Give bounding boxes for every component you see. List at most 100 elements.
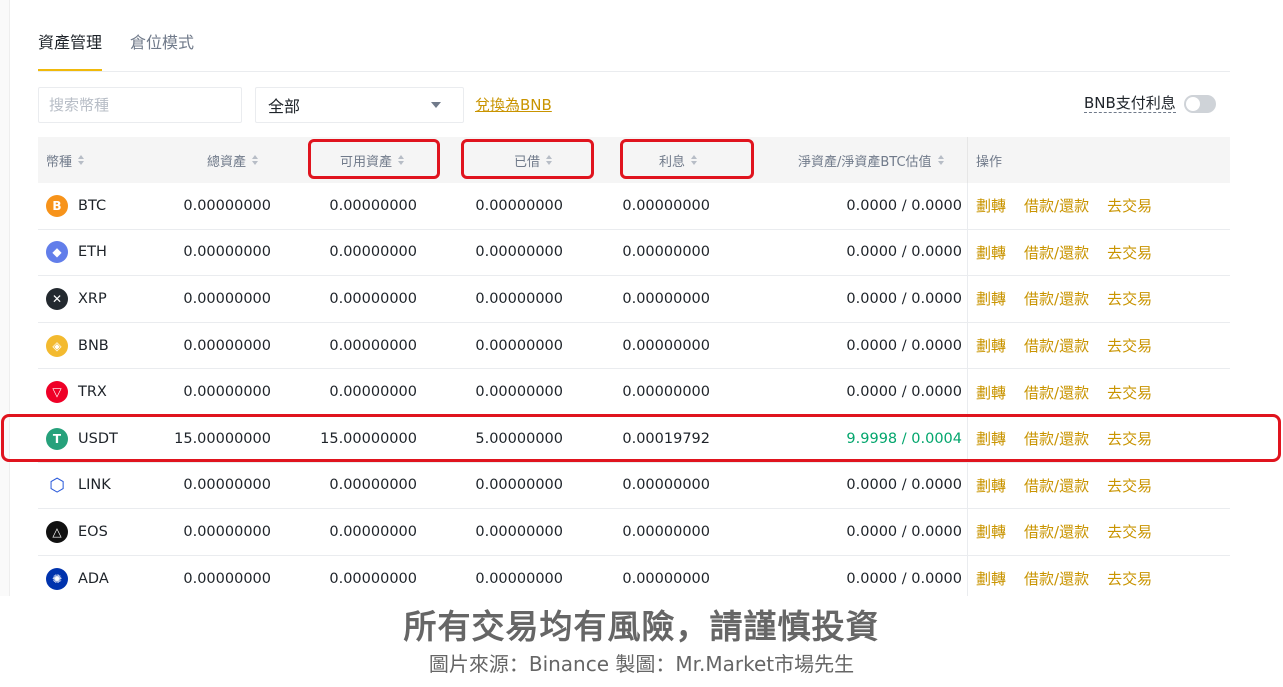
borrowed-value: 0.00000000: [475, 477, 563, 494]
borrow-repay-link[interactable]: 借款/還款: [1024, 475, 1089, 496]
total-assets-value: 0.00000000: [183, 384, 271, 401]
sort-icon: [546, 155, 553, 165]
go-trade-link[interactable]: 去交易: [1107, 428, 1152, 449]
table-row: ⬡ LINK 0.00000000 0.00000000 0.00000000 0.000…: [38, 462, 1230, 510]
total-assets-value: 0.00000000: [183, 477, 271, 494]
table-header: 幣種 總資產 可用資產 已借 利息 淨資產/淨資產BTC估值 操作: [38, 137, 1230, 183]
total-assets-value: 0.00000000: [183, 290, 271, 307]
actions-cell: 劃轉 借款/還款 去交易: [967, 415, 1152, 462]
usdt-icon: T: [46, 427, 68, 450]
interest-value: 0.00000000: [622, 523, 710, 540]
eth-icon: ◆: [46, 241, 68, 264]
toggle-knob: [1185, 96, 1200, 111]
available-assets-value: 0.00000000: [329, 337, 417, 354]
go-trade-link[interactable]: 去交易: [1107, 335, 1152, 356]
tab-position-mode[interactable]: 倉位模式: [130, 30, 194, 72]
total-assets-value: 0.00000000: [183, 197, 271, 214]
go-trade-link[interactable]: 去交易: [1107, 242, 1152, 263]
convert-to-bnb-link[interactable]: 兌換為BNB: [475, 94, 552, 115]
borrow-repay-link[interactable]: 借款/還款: [1024, 521, 1089, 542]
coin-cell: △ EOS: [46, 520, 108, 543]
borrow-repay-link[interactable]: 借款/還款: [1024, 428, 1089, 449]
margin-wallet-panel: 資產管理 倉位模式 全部 兌換為BNB BNB支付利息 幣種 總資產 可用資產: [0, 0, 1283, 596]
net-assets-value: 0.0000 / 0.0000: [846, 337, 962, 354]
go-trade-link[interactable]: 去交易: [1107, 568, 1152, 589]
interest-value: 0.00000000: [622, 477, 710, 494]
transfer-link[interactable]: 劃轉: [976, 568, 1006, 589]
asset-table: 幣種 總資產 可用資產 已借 利息 淨資產/淨資產BTC估值 操作 B BTC …: [38, 137, 1230, 596]
coin-symbol: TRX: [78, 384, 107, 401]
net-assets-value: 0.0000 / 0.0000: [846, 290, 962, 307]
go-trade-link[interactable]: 去交易: [1107, 288, 1152, 309]
borrow-repay-link[interactable]: 借款/還款: [1024, 288, 1089, 309]
table-row: T USDT 15.00000000 15.00000000 5.00000000 0.0…: [38, 415, 1230, 463]
actions-cell: 劃轉 借款/還款 去交易: [967, 322, 1152, 369]
coin-cell: ◈ BNB: [46, 334, 109, 357]
header-available[interactable]: 可用資產: [340, 151, 405, 170]
header-net-assets[interactable]: 淨資產/淨資產BTC估值: [798, 151, 944, 170]
table-body: B BTC 0.00000000 0.00000000 0.00000000 0.0000…: [38, 183, 1230, 596]
go-trade-link[interactable]: 去交易: [1107, 475, 1152, 496]
coin-filter-select[interactable]: 全部: [255, 87, 464, 123]
sort-icon: [398, 155, 405, 165]
transfer-link[interactable]: 劃轉: [976, 382, 1006, 403]
coin-cell: T USDT: [46, 427, 118, 450]
xrp-icon: ✕: [46, 287, 68, 310]
net-assets-value: 0.0000 / 0.0000: [846, 570, 962, 587]
transfer-link[interactable]: 劃轉: [976, 288, 1006, 309]
net-assets-value: 0.0000 / 0.0000: [846, 523, 962, 540]
interest-value: 0.00000000: [622, 197, 710, 214]
interest-value: 0.00000000: [622, 244, 710, 261]
header-coin-label: 幣種: [46, 154, 73, 170]
go-trade-link[interactable]: 去交易: [1107, 195, 1152, 216]
go-trade-link[interactable]: 去交易: [1107, 382, 1152, 403]
coin-symbol: LINK: [78, 477, 111, 494]
table-row: △ EOS 0.00000000 0.00000000 0.00000000 0.0000…: [38, 509, 1230, 556]
transfer-link[interactable]: 劃轉: [976, 521, 1006, 542]
header-actions-label: 操作: [976, 154, 1003, 170]
transfer-link[interactable]: 劃轉: [976, 335, 1006, 356]
borrow-repay-link[interactable]: 借款/還款: [1024, 382, 1089, 403]
table-row: ▽ TRX 0.00000000 0.00000000 0.00000000 0.0000…: [38, 369, 1230, 416]
total-assets-value: 0.00000000: [183, 570, 271, 587]
coin-cell: B BTC: [46, 194, 106, 217]
interest-value: 0.00000000: [622, 290, 710, 307]
table-row: ◈ BNB 0.00000000 0.00000000 0.00000000 0.0000…: [38, 322, 1230, 370]
transfer-link[interactable]: 劃轉: [976, 195, 1006, 216]
transfer-link[interactable]: 劃轉: [976, 242, 1006, 263]
net-assets-value: 0.0000 / 0.0000: [846, 384, 962, 401]
net-assets-value: 0.0000 / 0.0000: [846, 477, 962, 494]
transfer-link[interactable]: 劃轉: [976, 475, 1006, 496]
sort-icon: [691, 155, 698, 165]
eos-icon: △: [46, 520, 68, 543]
header-borrowed[interactable]: 已借: [514, 151, 553, 170]
tab-asset-management[interactable]: 資產管理: [38, 30, 103, 72]
header-interest-label: 利息: [659, 154, 686, 170]
total-assets-value: 15.00000000: [174, 430, 271, 447]
bnb-pay-interest-label: BNB支付利息: [1084, 94, 1176, 113]
borrow-repay-link[interactable]: 借款/還款: [1024, 568, 1089, 589]
actions-cell: 劃轉 借款/還款 去交易: [967, 276, 1152, 322]
go-trade-link[interactable]: 去交易: [1107, 521, 1152, 542]
coin-symbol: USDT: [78, 430, 118, 447]
borrow-repay-link[interactable]: 借款/還款: [1024, 335, 1089, 356]
search-coin-input[interactable]: [38, 87, 242, 123]
tab-bar: 資產管理 倉位模式: [38, 30, 194, 72]
header-net-assets-label: 淨資產/淨資產BTC估值: [798, 154, 932, 170]
borrow-repay-link[interactable]: 借款/還款: [1024, 195, 1089, 216]
bnb-icon: ◈: [46, 334, 68, 357]
bnb-pay-interest-control: BNB支付利息: [1084, 94, 1216, 113]
header-total[interactable]: 總資產: [207, 151, 259, 170]
link-icon: ⬡: [46, 474, 68, 497]
transfer-link[interactable]: 劃轉: [976, 428, 1006, 449]
ada-icon: ✺: [46, 567, 68, 590]
actions-cell: 劃轉 借款/還款 去交易: [967, 509, 1152, 555]
header-interest[interactable]: 利息: [659, 151, 698, 170]
header-coin[interactable]: 幣種: [46, 151, 85, 170]
table-row: ✕ XRP 0.00000000 0.00000000 0.00000000 0.0000…: [38, 276, 1230, 323]
coin-cell: ✕ XRP: [46, 287, 107, 310]
header-actions: 操作: [967, 137, 1002, 183]
available-assets-value: 0.00000000: [329, 523, 417, 540]
bnb-pay-interest-toggle[interactable]: [1183, 94, 1216, 113]
borrow-repay-link[interactable]: 借款/還款: [1024, 242, 1089, 263]
